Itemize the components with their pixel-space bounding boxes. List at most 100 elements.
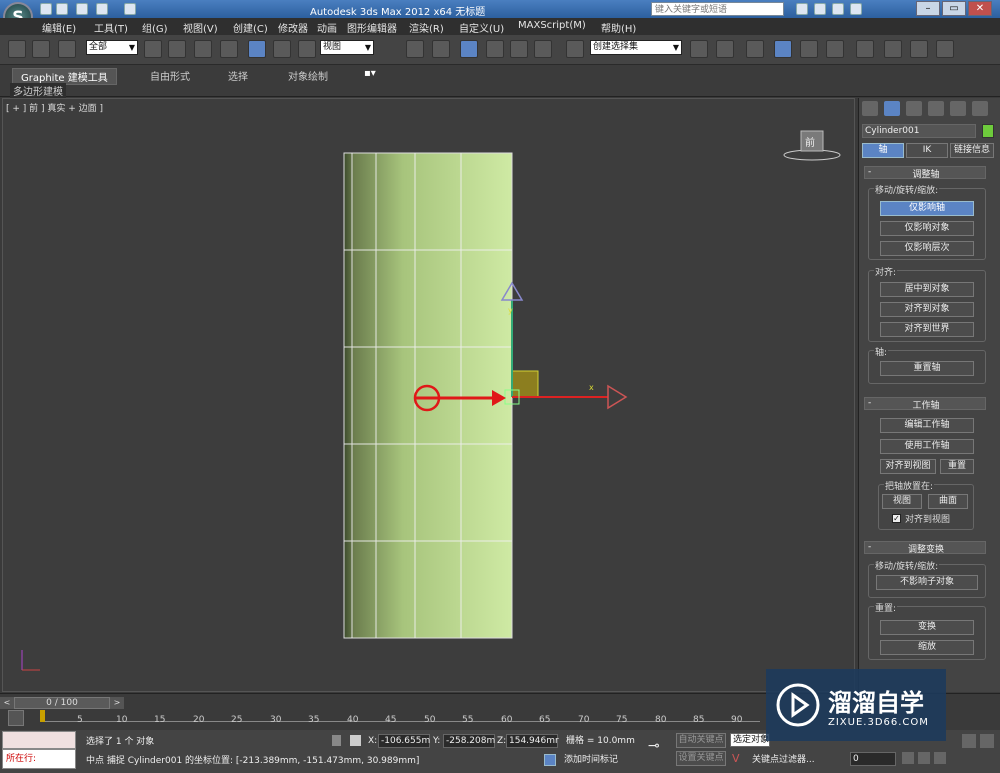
selection-status: 选择了 1 个 对象 bbox=[86, 737, 155, 747]
group-label-align: 对齐: bbox=[874, 265, 898, 278]
surface-button[interactable]: 曲面 bbox=[928, 494, 968, 509]
tick-label: 40 bbox=[347, 715, 359, 725]
tick-label: 55 bbox=[462, 715, 474, 725]
absolute-mode-icon[interactable] bbox=[350, 735, 361, 746]
close-button[interactable]: ✕ bbox=[968, 1, 992, 16]
tab-ik[interactable]: IK bbox=[906, 143, 948, 158]
maximize-button[interactable]: ▭ bbox=[942, 1, 966, 16]
command-panel-tabs bbox=[862, 101, 994, 117]
material-editor-icon[interactable] bbox=[856, 40, 874, 58]
grid-size-label: 栅格 = 10.0mm bbox=[566, 736, 635, 746]
rollout-adjust-transform[interactable]: - 调整变换 bbox=[864, 541, 986, 555]
maximize-viewport-icon[interactable] bbox=[980, 734, 994, 748]
object-color-swatch[interactable] bbox=[982, 124, 994, 138]
tick-label: 65 bbox=[539, 715, 551, 725]
display-tab-icon[interactable] bbox=[950, 101, 966, 116]
tick-label: 90 bbox=[731, 715, 743, 725]
gizmo-x-label: x bbox=[589, 383, 594, 392]
watermark-brand: 溜溜自学 bbox=[828, 689, 924, 717]
align-to-view-button[interactable]: 对齐到视图 bbox=[880, 459, 936, 474]
x-coord-input[interactable]: -106.655m bbox=[378, 734, 430, 748]
rollout-adjust-pivot[interactable]: - 调整轴 bbox=[864, 166, 986, 180]
key-filters-icon[interactable]: ᐯ bbox=[732, 752, 740, 765]
viewcube-face-label[interactable]: 前 bbox=[805, 134, 815, 149]
affect-object-only-button[interactable]: 仅影响对象 bbox=[880, 221, 974, 236]
reset-button[interactable]: 重置 bbox=[940, 459, 974, 474]
key-set-select[interactable]: 选定对象 bbox=[730, 733, 770, 747]
set-key-button[interactable]: 设置关键点 bbox=[676, 751, 726, 766]
time-slider[interactable]: 0 / 100 bbox=[14, 697, 110, 709]
tick-label: 10 bbox=[116, 715, 128, 725]
tick-label: 30 bbox=[270, 715, 282, 725]
key-icon[interactable]: ⊸ bbox=[648, 738, 660, 754]
maxscript-listener[interactable] bbox=[2, 731, 76, 749]
utilities-tab-icon[interactable] bbox=[972, 101, 988, 116]
orbit-icon[interactable] bbox=[934, 752, 946, 764]
minimize-button[interactable]: – bbox=[916, 1, 940, 16]
rendered-frame-icon[interactable] bbox=[910, 40, 928, 58]
tick-label: 50 bbox=[424, 715, 436, 725]
tab-link-info[interactable]: 链接信息 bbox=[950, 143, 994, 158]
frame-spinner[interactable]: 0 bbox=[850, 752, 896, 766]
modify-tab-icon[interactable] bbox=[884, 101, 900, 116]
maxscript-running-label[interactable]: 所在行: bbox=[2, 749, 76, 769]
prompt-line: 中点 捕捉 Cylinder001 的坐标位置: [-213.389mm, -1… bbox=[86, 756, 420, 766]
time-slider-next-icon[interactable]: > bbox=[110, 697, 124, 709]
mini-curve-editor-icon[interactable] bbox=[8, 710, 24, 726]
move-gizmo[interactable] bbox=[500, 281, 628, 410]
cylinder-object[interactable] bbox=[343, 152, 513, 639]
render-teapot-icon[interactable] bbox=[936, 40, 954, 58]
group-label-move: 移动/旋转/缩放: bbox=[874, 183, 940, 196]
object-name-field[interactable]: Cylinder001 bbox=[862, 124, 976, 138]
create-tab-icon[interactable] bbox=[862, 101, 878, 116]
tick-label: 60 bbox=[501, 715, 513, 725]
motion-tab-icon[interactable] bbox=[928, 101, 944, 116]
current-frame-marker[interactable] bbox=[40, 710, 45, 722]
view-button[interactable]: 视图 bbox=[882, 494, 922, 509]
rollout-working-pivot[interactable]: - 工作轴 bbox=[864, 397, 986, 411]
hierarchy-tab-icon[interactable] bbox=[906, 101, 922, 116]
lock-selection-icon[interactable] bbox=[332, 735, 341, 746]
group-label-transform-move: 移动/旋转/缩放: bbox=[874, 559, 940, 572]
use-working-pivot-button[interactable]: 使用工作轴 bbox=[880, 439, 974, 454]
group-label-place: 把轴放置在: bbox=[884, 479, 935, 492]
y-coord-label: Y: bbox=[433, 736, 441, 746]
zoom-extents-icon[interactable] bbox=[962, 734, 976, 748]
pan-hand-icon[interactable] bbox=[918, 752, 930, 764]
auto-key-button[interactable]: 自动关键点 bbox=[676, 733, 726, 748]
affect-pivot-only-button[interactable]: 仅影响轴 bbox=[880, 201, 974, 216]
reset-pivot-button[interactable]: 重置轴 bbox=[880, 361, 974, 376]
viewport-scene bbox=[21, 130, 841, 671]
group-label-reset: 重置: bbox=[874, 601, 898, 614]
axis-tripod-icon bbox=[21, 650, 40, 671]
key-filters-button[interactable]: 关键点过滤器... bbox=[752, 753, 815, 767]
time-tag-icon[interactable] bbox=[544, 754, 556, 766]
time-slider-prev-icon[interactable]: < bbox=[0, 697, 14, 709]
watermark: 溜溜自学 ZIXUE.3D66.COM bbox=[766, 669, 946, 741]
align-to-object-button[interactable]: 对齐到对象 bbox=[880, 302, 974, 317]
reset-scale-button[interactable]: 缩放 bbox=[880, 640, 974, 655]
zoom-icon[interactable] bbox=[902, 752, 914, 764]
align-to-view-checkbox[interactable]: ✓ bbox=[892, 514, 901, 523]
align-to-world-button[interactable]: 对齐到世界 bbox=[880, 322, 974, 337]
x-coord-label: X: bbox=[368, 736, 378, 746]
y-coord-input[interactable]: -258.208m bbox=[443, 734, 495, 748]
tick-label: 35 bbox=[308, 715, 320, 725]
tick-label: 70 bbox=[578, 715, 590, 725]
tick-label: 25 bbox=[231, 715, 243, 725]
tick-label: 80 bbox=[655, 715, 667, 725]
reset-transform-button[interactable]: 变换 bbox=[880, 620, 974, 635]
watermark-url: ZIXUE.3D66.COM bbox=[828, 717, 929, 728]
group-label-pivot: 轴: bbox=[874, 345, 889, 358]
render-setup-icon[interactable] bbox=[884, 40, 902, 58]
track-bar[interactable] bbox=[40, 710, 760, 722]
affect-hierarchy-only-button[interactable]: 仅影响层次 bbox=[880, 241, 974, 256]
edit-working-pivot-button[interactable]: 编辑工作轴 bbox=[880, 418, 974, 433]
center-to-object-button[interactable]: 居中到对象 bbox=[880, 282, 974, 297]
add-time-tag[interactable]: 添加时间标记 bbox=[564, 753, 618, 767]
z-coord-input[interactable]: 154.946mr bbox=[506, 734, 559, 748]
tab-pivot[interactable]: 轴 bbox=[862, 143, 904, 158]
tick-label: 20 bbox=[193, 715, 205, 725]
dont-affect-children-button[interactable]: 不影响子对象 bbox=[876, 575, 978, 590]
tick-label: 5 bbox=[77, 715, 83, 725]
